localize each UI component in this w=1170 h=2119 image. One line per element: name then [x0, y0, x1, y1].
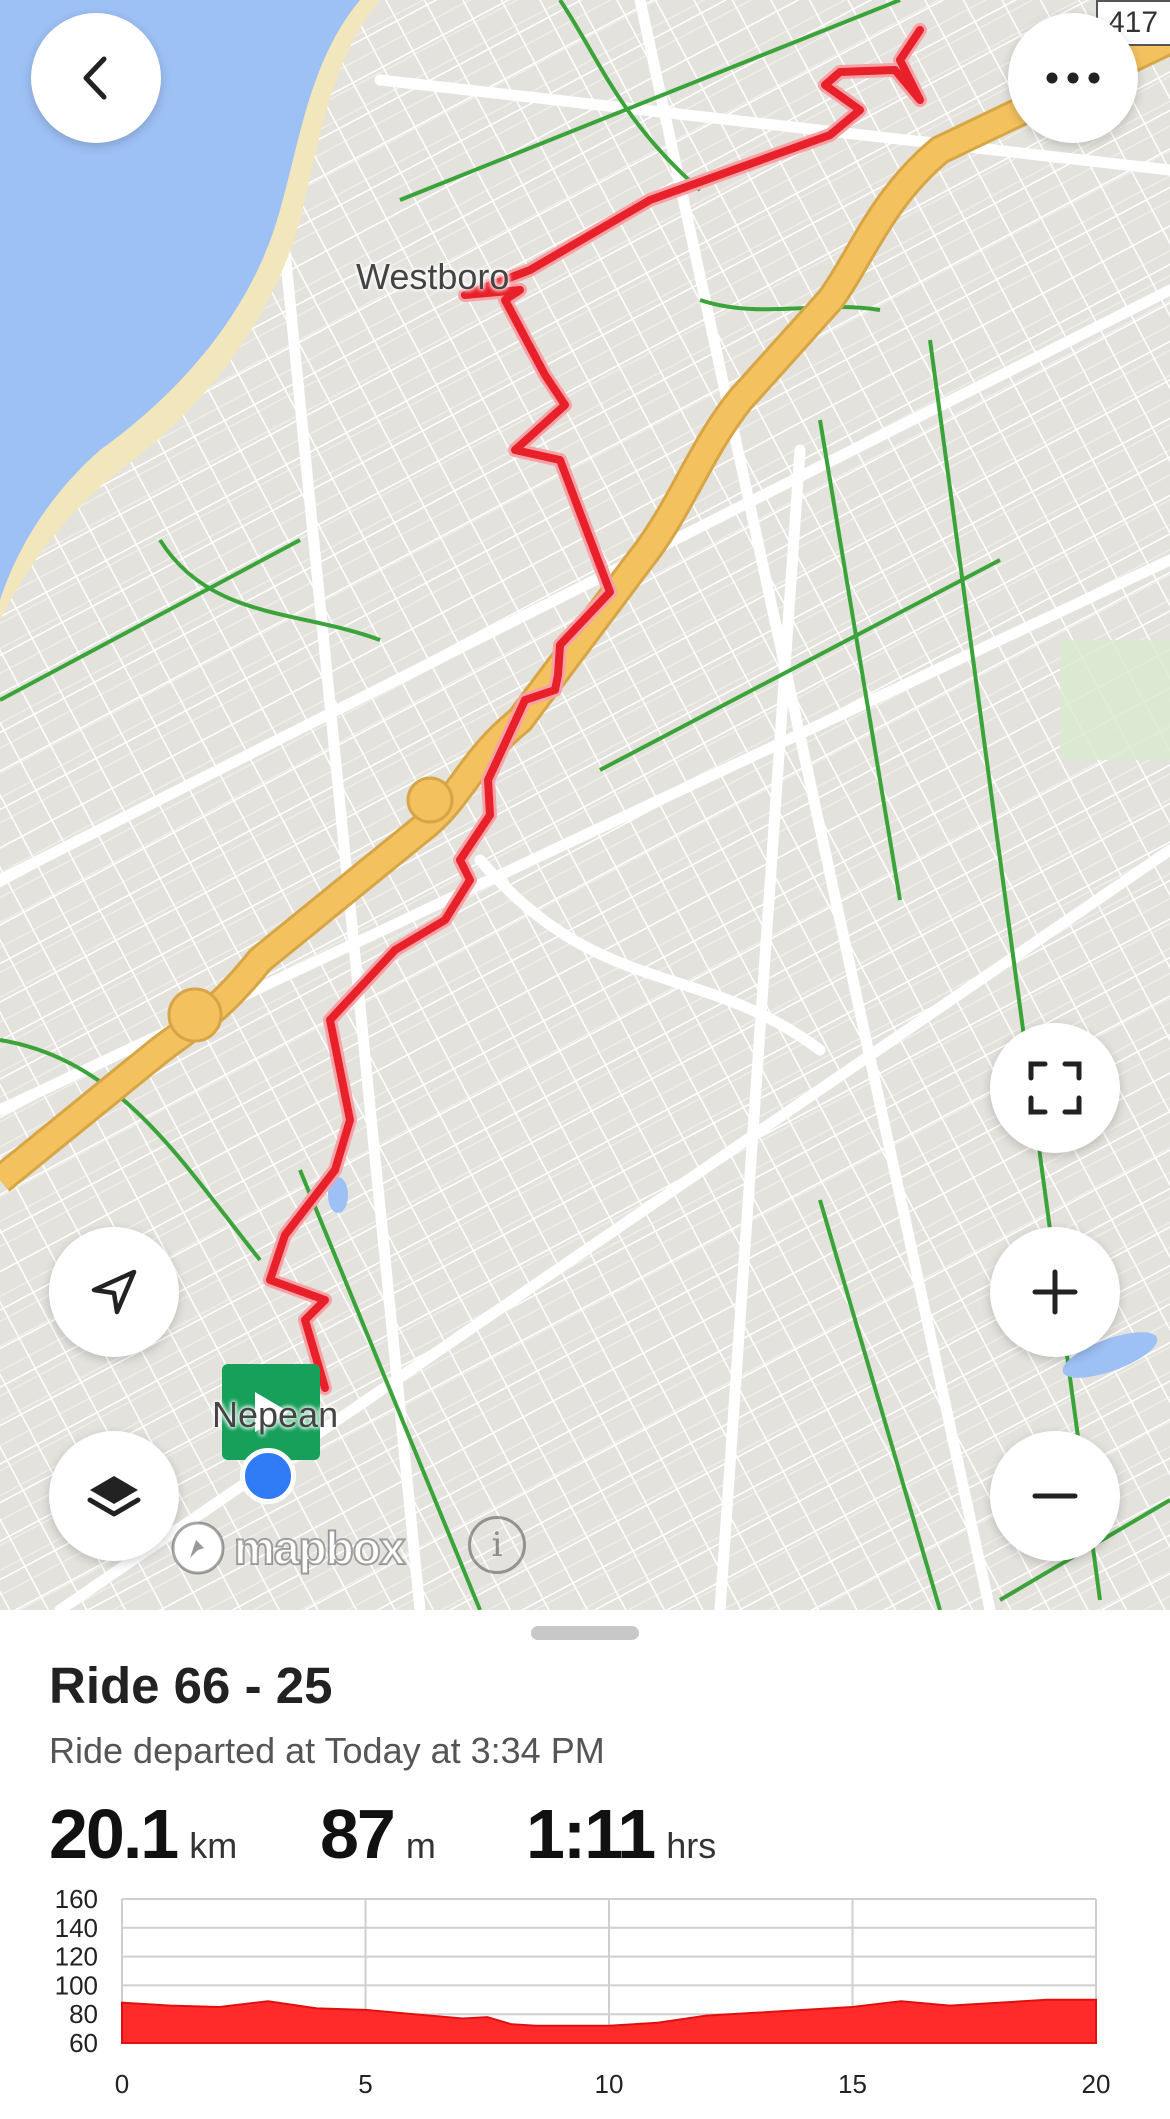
- back-button[interactable]: [31, 13, 161, 143]
- info-icon: i: [491, 1525, 503, 1565]
- zoom-out-button[interactable]: [990, 1431, 1120, 1561]
- y-tick-label: 140: [55, 1913, 98, 1943]
- zoom-in-button[interactable]: [990, 1227, 1120, 1357]
- chevron-left-icon: [83, 56, 107, 100]
- map-canvas[interactable]: [0, 0, 1170, 1610]
- more-options-button[interactable]: [1008, 13, 1138, 143]
- x-tick-label: 15: [838, 2069, 867, 2099]
- current-location-dot: [240, 1448, 296, 1504]
- expand-icon: [1028, 1061, 1082, 1115]
- elevation-chart[interactable]: 1601401201008060 0 5 10 15 20: [0, 1610, 1170, 2119]
- map-label-westboro: Westboro: [356, 256, 510, 297]
- mapbox-logo[interactable]: mapbox: [170, 1520, 406, 1576]
- map-layers-button[interactable]: [49, 1431, 179, 1561]
- x-tick-label: 10: [595, 2069, 624, 2099]
- x-tick-label: 0: [115, 2069, 129, 2099]
- map-view[interactable]: 417 Westboro Nepean mapbox i: [0, 0, 1170, 1610]
- y-tick-label: 80: [69, 1999, 98, 2029]
- map-label-nepean: Nepean: [212, 1394, 339, 1435]
- plus-icon: [1032, 1269, 1078, 1315]
- x-tick-label: 20: [1082, 2069, 1111, 2099]
- mapbox-logo-icon: [171, 1521, 225, 1575]
- layers-icon: [87, 1476, 141, 1517]
- locate-me-button[interactable]: [49, 1227, 179, 1357]
- mapbox-logo-text: mapbox: [233, 1521, 406, 1575]
- x-tick-label: 5: [358, 2069, 372, 2099]
- fullscreen-button[interactable]: [990, 1023, 1120, 1153]
- y-tick-label: 160: [55, 1884, 98, 1914]
- minus-icon: [1032, 1493, 1078, 1499]
- navigation-arrow-icon: [91, 1269, 137, 1315]
- y-tick-label: 60: [69, 2028, 98, 2058]
- y-tick-label: 100: [55, 1970, 98, 2000]
- more-horizontal-icon: [1046, 72, 1100, 84]
- ride-details-sheet: Ride 66 - 25 Ride departed at Today at 3…: [0, 1610, 1170, 2119]
- y-tick-label: 120: [55, 1942, 98, 1972]
- attribution-info-button[interactable]: i: [468, 1516, 526, 1574]
